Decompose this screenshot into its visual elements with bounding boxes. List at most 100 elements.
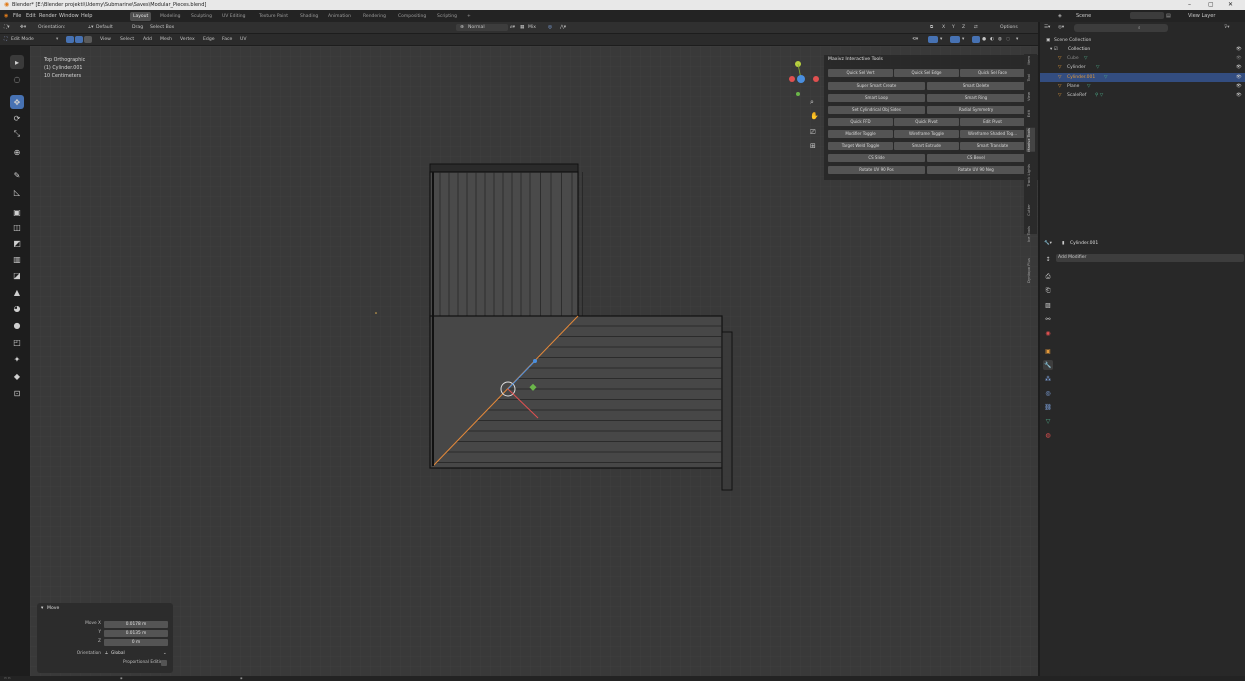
wireframe-shading-icon[interactable] [972,36,980,43]
orientation-field-dropdown[interactable]: Global [111,651,125,656]
mesh-wall[interactable] [429,163,583,323]
output-props-tab-icon[interactable]: ⎗ [1043,286,1053,296]
axis-y-toggle[interactable]: Y [952,22,955,33]
smart-translate-button[interactable]: Smart Translate [960,142,1025,150]
data-props-tab-icon[interactable]: ▽ [1043,416,1053,426]
menu-uv[interactable]: UV [240,34,247,45]
gizmo-handle-z[interactable] [533,359,537,363]
material-props-tab-icon[interactable]: ◍ [1043,430,1053,440]
add-modifier-button[interactable]: Add Modifier [1058,255,1086,260]
nav-gizmo-z[interactable] [797,75,805,83]
ortho-toggle-icon[interactable]: ⊞ [810,142,816,150]
tab-animation[interactable]: Animation [325,12,354,21]
target-weld-toggle-button[interactable]: Target Weld Toggle [828,142,893,150]
loop-cut-tool-icon[interactable]: ▥ [10,252,24,266]
render-props-tab-icon[interactable]: ⎙ [1043,272,1053,282]
tab-compositing[interactable]: Compositing [395,12,429,21]
modifier-toggle-button[interactable]: Modifier Toggle [828,130,893,138]
axis-z-toggle[interactable]: Z [962,22,965,33]
move-y-field[interactable]: 0.0135 m [104,630,168,637]
vertex-select-icon[interactable] [66,36,74,43]
poly-build-tool-icon[interactable]: ▲ [10,285,24,299]
inset-tool-icon[interactable]: ◫ [10,220,24,234]
select-tool-icon[interactable]: ▸ [10,55,24,69]
move-z-field[interactable]: 0 m [104,639,168,646]
wireframe-toggle-button[interactable]: Wireframe Toggle [894,130,959,138]
outliner-type-icon[interactable]: ☰▾ [1044,25,1050,30]
view-layer-selector[interactable]: View Layer [1188,10,1215,22]
menu-add[interactable]: Add [143,34,152,45]
autoedit-icon[interactable]: ⇄ [974,22,978,33]
orientation-chevron-icon[interactable]: ⌄ [163,651,167,656]
menu-file[interactable]: File [13,10,21,22]
scene-collection-label[interactable]: Scene Collection [1054,38,1091,43]
overlays-icon[interactable] [928,36,938,43]
close-button[interactable]: ✕ [1228,0,1233,10]
constraints-props-tab-icon[interactable]: ⛓ [1043,402,1053,412]
edge-select-icon[interactable] [75,36,83,43]
options-dropdown[interactable]: Options [1000,22,1018,33]
quick-sel-edge-button[interactable]: Quick Sel Edge [894,69,959,77]
shading-chevron-icon[interactable]: ▾ [1016,34,1018,45]
transform-icon[interactable]: ✥▾ [20,22,26,33]
tab-ice-tools[interactable]: Ice Tools [1026,226,1035,242]
wireframe-shaded-toggle-button[interactable]: Wireframe Shaded Tog... [960,130,1025,138]
tab-dyntopo-plus[interactable]: Dyntopo Plus [1026,258,1035,283]
menu-window[interactable]: Window [59,10,79,22]
collection-label[interactable]: Collection [1068,47,1090,52]
outliner-item-scaleref[interactable]: ScaleRef [1067,93,1086,98]
tab-cutter[interactable]: Cutter [1026,204,1035,216]
quick-ffd-button[interactable]: Quick FFD [828,118,893,126]
material-shading-icon[interactable]: ◐ [990,34,994,45]
cs-slide-button[interactable]: CS Slide [828,154,925,162]
tool-icon[interactable]: ⛶▾ [4,22,10,33]
menu-view[interactable]: View [100,34,111,45]
orientation-dropdown[interactable]: Default [96,22,113,33]
menu-face[interactable]: Face [222,34,232,45]
scene-selector[interactable]: Scene [1076,10,1091,22]
smart-ring-button[interactable]: Smart Ring [927,94,1025,102]
proportional-icon[interactable]: ◎ [548,22,552,33]
xray-icon[interactable] [950,36,960,43]
tab-item[interactable]: Item [1026,56,1035,65]
cylinder-visibility-icon[interactable]: 👁 [1236,65,1242,70]
edit-pivot-button[interactable]: Edit Pivot [960,118,1025,126]
cursor-tool-icon[interactable]: ◌ [10,72,24,86]
annotate-tool-icon[interactable]: ✎ [10,168,24,182]
editor-type-icon[interactable]: ⛶ [4,34,7,45]
tab-edit[interactable]: Edit [1026,110,1035,117]
extrude-tool-icon[interactable]: ▣ [10,205,24,219]
physics-props-tab-icon[interactable]: ◎ [1043,388,1053,398]
rotate-uv-90-neg-button[interactable]: Rotate UV 90 Neg [927,166,1025,174]
panel-expand-icon[interactable]: ▾ [41,606,43,611]
world-props-tab-icon[interactable]: ◉ [1043,328,1053,338]
spin-tool-icon[interactable]: ◕ [10,301,24,315]
drag-dropdown[interactable]: Select Box [150,22,174,33]
particles-props-tab-icon[interactable]: ⁂ [1043,374,1053,384]
scaleref-visibility-icon[interactable]: 👁 [1236,93,1242,98]
tab-rendering[interactable]: Rendering [360,12,389,21]
rotate-uv-90-pos-button[interactable]: Rotate UV 90 Pos [828,166,925,174]
smooth-tool-icon[interactable]: ● [10,318,24,332]
pan-hand-icon[interactable]: ✋ [810,112,819,120]
outliner-item-plane[interactable]: Plane [1067,84,1079,89]
add-workspace-button[interactable]: + [464,12,474,21]
cylinder001-visibility-icon[interactable]: 👁 [1236,75,1242,80]
quick-sel-vert-button[interactable]: Quick Sel Vert [828,69,893,77]
rotate-tool-icon[interactable]: ⟳ [10,111,24,125]
nav-gizmo-x[interactable] [813,76,819,82]
normal-dropdown[interactable]: Normal [468,22,485,33]
menu-edge[interactable]: Edge [203,34,215,45]
collection-visibility-icon[interactable]: 👁 [1236,47,1242,52]
tab-shading[interactable]: Shading [297,12,321,21]
tab-modeling[interactable]: Modeling [157,12,183,21]
scene-props-tab-icon[interactable]: ⚯ [1043,314,1053,324]
outliner-search-input[interactable] [1074,24,1168,32]
tab-sculpting[interactable]: Sculpting [188,12,215,21]
tab-track-lights[interactable]: Track Lights [1026,164,1035,187]
modifier-props-tab-icon[interactable]: 🔧 [1043,360,1053,370]
scene-name-field[interactable] [1130,12,1164,19]
xray-chevron-icon[interactable]: ▾ [962,34,964,45]
quick-sel-face-button[interactable]: Quick Sel Face [960,69,1025,77]
nav-gizmo-neg-x[interactable] [789,76,795,82]
